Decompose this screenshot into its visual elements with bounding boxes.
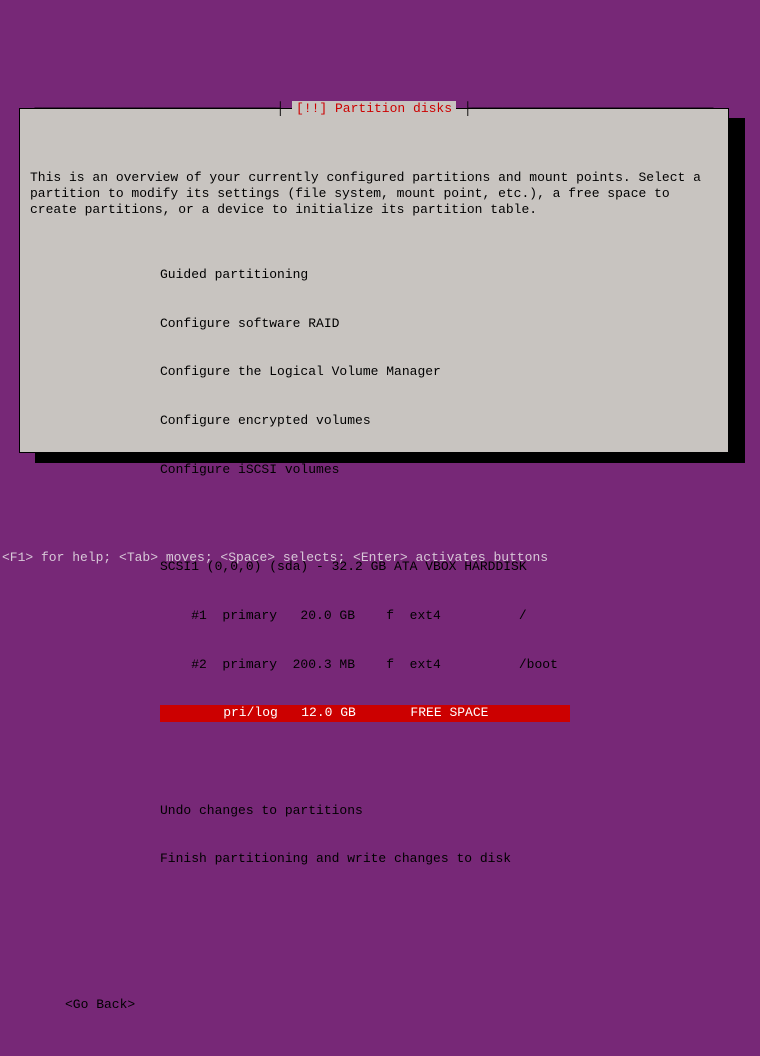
title-rule-left: ───────────────────────────────┤ [35, 101, 292, 116]
spacer [30, 754, 718, 770]
go-back-button[interactable]: <Go Back> [30, 997, 718, 1013]
spacer [30, 900, 718, 916]
partition-row-2[interactable]: #2 primary 200.3 MB f ext4 /boot [30, 657, 718, 673]
dialog-content: This is an overview of your currently co… [20, 109, 728, 1056]
menu-finish-partitioning[interactable]: Finish partitioning and write changes to… [30, 851, 718, 867]
menu-configure-iscsi[interactable]: Configure iSCSI volumes [30, 462, 718, 478]
title-rule-right: ├─────────────────────────────── [456, 101, 713, 116]
menu-configure-encrypted[interactable]: Configure encrypted volumes [30, 413, 718, 429]
spacer [30, 949, 718, 965]
partition-dialog: ───────────────────────────────┤ [!!] Pa… [19, 108, 729, 453]
dialog-title: [!!] Partition disks [292, 101, 456, 116]
menu-configure-raid[interactable]: Configure software RAID [30, 316, 718, 332]
menu-undo-changes[interactable]: Undo changes to partitions [30, 803, 718, 819]
footer-help-text: <F1> for help; <Tab> moves; <Space> sele… [2, 550, 548, 566]
spacer [30, 511, 718, 527]
menu-guided-partitioning[interactable]: Guided partitioning [30, 267, 718, 283]
intro-text: This is an overview of your currently co… [30, 170, 718, 235]
dialog-title-bar: ───────────────────────────────┤ [!!] Pa… [20, 101, 728, 117]
partition-row-1[interactable]: #1 primary 20.0 GB f ext4 / [30, 608, 718, 624]
partition-row-free-space-selected[interactable]: pri/log 12.0 GB FREE SPACE [160, 705, 570, 721]
menu-configure-lvm[interactable]: Configure the Logical Volume Manager [30, 364, 718, 380]
